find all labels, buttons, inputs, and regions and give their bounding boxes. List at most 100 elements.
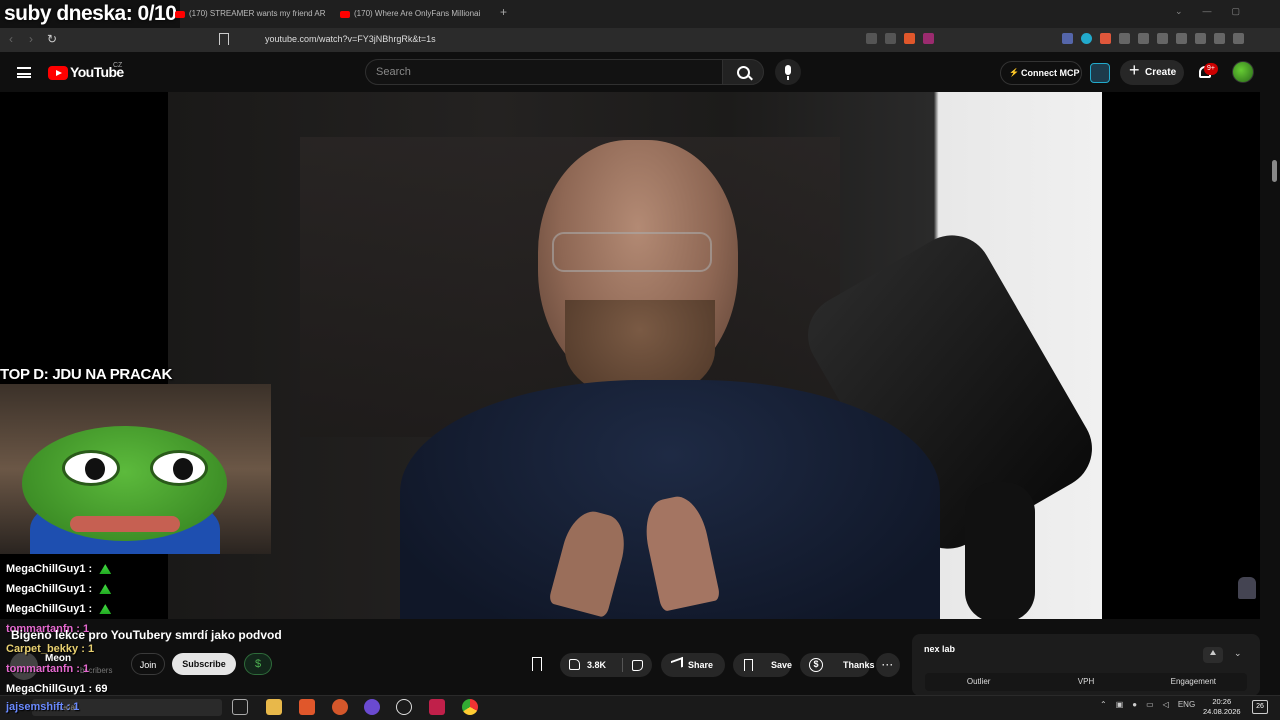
chat-text: : 1 <box>76 663 90 675</box>
chat-message: MegaChillGuy1 : <box>6 583 112 595</box>
taskbar-clock[interactable]: 20:26 24.08.2026 <box>1203 697 1241 717</box>
cast-icon[interactable] <box>885 33 896 44</box>
network-icon[interactable]: ▭ <box>1146 700 1154 709</box>
new-tab-button[interactable]: + <box>500 5 507 19</box>
column-outlier[interactable]: Outlier <box>925 673 1032 691</box>
subs-counter-overlay: suby dneska: 0/10 <box>0 0 181 28</box>
page-scrollbar-track[interactable] <box>1260 92 1280 695</box>
country-code: CZ <box>113 62 123 69</box>
system-tray: ⌃ ▣ ● ▭ ◁ ENG <box>1100 700 1195 709</box>
browser-tab[interactable]: (170) Where Are OnlyFans Millionai <box>340 4 490 24</box>
connect-mcp-button[interactable]: Connect MCP <box>1000 61 1082 85</box>
dislike-icon[interactable] <box>632 660 643 671</box>
youtube-logo-icon[interactable] <box>48 66 68 80</box>
pepe-webcam-overlay <box>0 384 271 554</box>
microphone-mount <box>965 482 1035 619</box>
chat-username: jajsemshift <box>6 701 64 713</box>
leo-ai-icon[interactable] <box>1214 33 1225 44</box>
account-avatar[interactable] <box>1232 61 1254 83</box>
thanks-icon: $ <box>809 658 823 672</box>
chat-username: Carpet_bekky <box>6 643 79 655</box>
tab-title: (170) STREAMER wants my friend AR <box>189 9 325 18</box>
bookmark-icon[interactable] <box>219 33 229 45</box>
brave-shields-icon[interactable] <box>904 33 915 44</box>
save-icon <box>744 659 753 671</box>
brave-rewards-icon[interactable] <box>923 33 934 44</box>
tray-chevron-icon[interactable]: ⌃ <box>1100 700 1107 709</box>
file-explorer-icon[interactable] <box>266 699 282 715</box>
discord-icon[interactable] <box>364 699 380 715</box>
menu-icon[interactable] <box>17 67 31 78</box>
create-button[interactable]: Create <box>1120 58 1184 85</box>
page-scrollbar-thumb[interactable] <box>1272 160 1277 182</box>
translate-icon[interactable] <box>866 33 877 44</box>
chat-username: MegaChillGuy1 <box>6 563 86 575</box>
save-button[interactable]: Save <box>733 653 792 677</box>
join-button[interactable]: Join <box>131 653 165 675</box>
volume-icon[interactable]: ◁ <box>1163 700 1169 709</box>
chat-username: tommartanfn <box>6 663 74 675</box>
extension-icon[interactable] <box>1100 33 1111 44</box>
tray-app-icon[interactable]: ▣ <box>1116 700 1124 709</box>
emote-icon <box>99 604 112 615</box>
tab-search-icon[interactable]: ⌄ <box>1175 6 1183 17</box>
wallet-icon[interactable] <box>1195 33 1206 44</box>
sidebar-icon[interactable] <box>1176 33 1187 44</box>
chat-text: : 1 <box>81 643 95 655</box>
search-input[interactable]: Search <box>365 59 723 85</box>
chat-username: MegaChillGuy1 <box>6 683 86 695</box>
thanks-label: Thanks <box>843 660 875 670</box>
puzzle-icon[interactable] <box>1119 33 1130 44</box>
obs-icon[interactable] <box>396 699 412 715</box>
like-icon[interactable] <box>569 659 580 670</box>
search-button[interactable] <box>722 59 764 85</box>
voice-search-button[interactable] <box>775 59 801 85</box>
minimize-icon[interactable]: — <box>1202 6 1211 17</box>
share-button[interactable]: Share <box>661 653 725 677</box>
chat-text: : 1 <box>66 701 80 713</box>
panel-columns: Outlier VPH Engagement <box>925 673 1247 691</box>
chat-text: : <box>88 603 93 615</box>
like-dislike-group: 3.8K <box>560 653 652 677</box>
column-vph[interactable]: VPH <box>1032 673 1139 691</box>
extension-icon[interactable] <box>1062 33 1073 44</box>
keyboard-language[interactable]: ENG <box>1178 700 1195 709</box>
vpn-icon[interactable] <box>1233 33 1244 44</box>
chat-message: MegaChillGuy1 : 69 <box>6 683 108 695</box>
more-actions-button[interactable]: ··· <box>876 653 900 677</box>
back-icon[interactable]: ‹ <box>9 32 13 46</box>
clip-icon[interactable] <box>532 657 542 671</box>
media-icon[interactable] <box>1157 33 1168 44</box>
panel-logo: nex lab <box>924 644 956 654</box>
export-icon[interactable] <box>1203 647 1223 663</box>
subscribe-button[interactable]: Subscribe <box>172 653 236 675</box>
app-icon[interactable] <box>429 699 445 715</box>
video-title: Bigeno lekce pro YouTubery smrdí jako po… <box>11 628 282 642</box>
thanks-button[interactable]: $ Thanks <box>800 653 875 677</box>
pepe-eye-right <box>150 450 208 486</box>
like-count[interactable]: 3.8K <box>587 653 606 677</box>
task-view-icon[interactable] <box>232 699 248 715</box>
brave-browser-icon[interactable] <box>299 699 315 715</box>
notification-center-icon[interactable]: 26 <box>1252 700 1268 714</box>
chevron-down-icon[interactable]: ⌄ <box>1234 648 1242 659</box>
chat-username: MegaChillGuy1 <box>6 583 86 595</box>
window-controls: ⌄ — ▢ <box>1175 6 1240 17</box>
chat-message: tommartanfn : 1 <box>6 663 89 675</box>
reload-icon[interactable]: ↻ <box>47 32 57 46</box>
maximize-icon[interactable]: ▢ <box>1231 6 1240 17</box>
chrome-icon[interactable] <box>462 699 478 715</box>
microphone-tray-icon[interactable]: ● <box>1132 700 1137 709</box>
tip-button[interactable]: $ <box>244 653 272 675</box>
extension-icon[interactable] <box>1081 33 1092 44</box>
chat-message: Carpet_bekky : 1 <box>6 643 94 655</box>
download-icon[interactable] <box>1138 33 1149 44</box>
claude-icon[interactable] <box>332 699 348 715</box>
emote-icon <box>99 584 112 595</box>
extension-button[interactable] <box>1090 63 1110 83</box>
browser-tab[interactable]: (170) STREAMER wants my friend AR <box>175 4 325 24</box>
url-field[interactable]: youtube.com/watch?v=FY3jNBhrgRk&t=1s <box>265 34 436 44</box>
chat-username: MegaChillGuy1 <box>6 603 86 615</box>
forward-icon[interactable]: › <box>29 32 33 46</box>
column-engagement[interactable]: Engagement <box>1140 673 1247 691</box>
